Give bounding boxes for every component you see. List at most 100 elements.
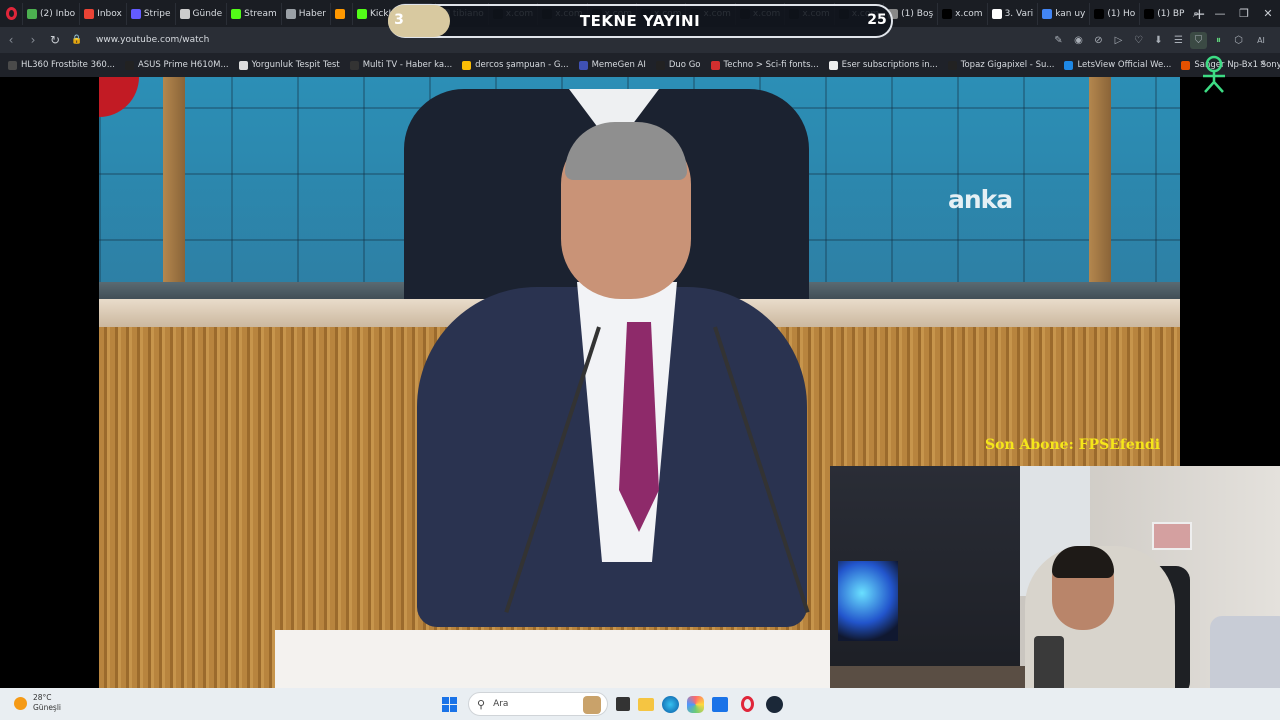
- back-button[interactable]: ‹: [0, 27, 22, 53]
- extensions-icon[interactable]: ⬡: [1230, 32, 1247, 49]
- bookmark-item[interactable]: LetsView Official We...: [1064, 60, 1171, 70]
- tab-favicon-icon: [27, 8, 37, 19]
- heart-icon[interactable]: ♡: [1130, 32, 1147, 49]
- desktop-screen: (2) Inbo Inbox Stripe Günde Stream Haber KickL…: [0, 0, 1280, 720]
- address-bar-tools: ✎ ◉ ⊘ ▷ ♡ ⬇ ☰ ⛉ ⏸ ⬡ AI: [1050, 27, 1272, 53]
- tab-label: (1) Ho: [1107, 8, 1136, 19]
- edit-icon[interactable]: ✎: [1050, 32, 1067, 49]
- snapshot-icon[interactable]: ◉: [1070, 32, 1087, 49]
- bookmark-item[interactable]: dercos şampuan - G...: [462, 60, 569, 70]
- bookmark-item[interactable]: HL360 Frostbite 360...: [8, 60, 115, 70]
- bookmark-label: LetsView Official We...: [1077, 60, 1172, 70]
- adblock-icon[interactable]: ⊘: [1090, 32, 1107, 49]
- bookmark-favicon-icon: [124, 60, 134, 70]
- tab-search-button[interactable]: ⌕: [1184, 0, 1208, 27]
- banner-right-count: 25: [867, 12, 887, 28]
- aria-ai-icon[interactable]: AI: [1250, 32, 1272, 49]
- bookmark-item[interactable]: Yorgunluk Tespit Test: [238, 60, 340, 70]
- browser-tab[interactable]: (2) Inbo: [22, 2, 79, 25]
- pause-icon[interactable]: ⏸: [1210, 32, 1227, 49]
- bookmark-favicon-icon: [1181, 60, 1191, 70]
- tab-favicon-icon: [356, 8, 367, 19]
- browser-tab[interactable]: 3. Vari: [986, 2, 1038, 25]
- bookmark-item[interactable]: Techno > Sci-fi fonts...: [710, 60, 819, 70]
- tab-favicon-icon: [1042, 8, 1053, 19]
- bookmark-label: Yorgunluk Tespit Test: [251, 60, 340, 70]
- bookmark-item[interactable]: Duo Go: [655, 60, 701, 70]
- store-icon[interactable]: [712, 696, 728, 712]
- taskbar-search[interactable]: ⚲ Ara: [468, 692, 608, 716]
- tab-favicon-icon: [84, 8, 95, 19]
- browser-tab[interactable]: x.com: [937, 2, 986, 25]
- opera-logo-icon[interactable]: [0, 0, 22, 27]
- tab-label: Inbox: [97, 8, 122, 19]
- bookmarks-overflow-button[interactable]: »: [1260, 58, 1266, 69]
- banner-left-count: 3: [394, 12, 404, 28]
- profile-icon[interactable]: ⛉: [1190, 31, 1207, 49]
- url-field[interactable]: www.youtube.com/watch: [96, 35, 209, 45]
- tab-favicon-icon: [942, 8, 953, 19]
- weather-widget[interactable]: 28°C Güneşli: [14, 693, 61, 713]
- browser-tab[interactable]: kan uy: [1037, 2, 1089, 25]
- bookmark-item[interactable]: Multi TV - Haber ka...: [349, 60, 452, 70]
- download-icon[interactable]: ⬇: [1150, 32, 1167, 49]
- copilot-icon[interactable]: [687, 695, 704, 713]
- tab-favicon-icon: [130, 8, 141, 19]
- browser-tab[interactable]: Inbox: [79, 2, 126, 25]
- close-button[interactable]: ✕: [1256, 0, 1280, 27]
- tab-label: kan uy: [1055, 8, 1086, 19]
- maximize-button[interactable]: ❐: [1232, 0, 1256, 27]
- tab-label: x.com: [955, 8, 983, 19]
- reload-button[interactable]: ↻: [44, 27, 66, 53]
- tab-label: (1) Boş: [901, 8, 934, 19]
- browser-tab[interactable]: Stream: [226, 2, 281, 25]
- last-subscriber-label: Son Abone: FPSEfendi: [985, 437, 1161, 453]
- browser-tab[interactable]: [329, 2, 352, 25]
- bookmark-favicon-icon: [8, 60, 17, 70]
- browser-tab[interactable]: (1) BP: [1139, 2, 1188, 25]
- bookmark-item[interactable]: ASUS Prime H610M...: [124, 60, 229, 70]
- bookmark-item[interactable]: Topaz Gigapixel - Su...: [947, 60, 1054, 70]
- webcam-overlay: [830, 466, 1280, 720]
- bookmark-favicon-icon: [462, 60, 472, 70]
- minimize-button[interactable]: —: [1208, 0, 1232, 27]
- bookmark-label: Techno > Sci-fi fonts...: [723, 60, 819, 70]
- webcam-pc-case: [838, 561, 898, 641]
- bookmark-label: HL360 Frostbite 360...: [21, 60, 115, 70]
- search-icon: ⚲: [477, 697, 486, 711]
- bookmark-favicon-icon: [655, 60, 665, 70]
- browser-tab[interactable]: Günde: [174, 2, 227, 25]
- bookmark-favicon-icon: [238, 60, 248, 70]
- forward-button[interactable]: ›: [22, 27, 44, 53]
- weather-description: Güneşli: [33, 703, 62, 712]
- browser-tab[interactable]: Stripe: [125, 2, 175, 25]
- player-icon[interactable]: ▷: [1110, 32, 1127, 49]
- bookmark-item[interactable]: MemeGen AI: [578, 60, 646, 70]
- opera-icon[interactable]: [736, 693, 758, 715]
- bookmark-label: MemeGen AI: [591, 60, 646, 70]
- browser-tab[interactable]: Haber: [280, 2, 330, 25]
- bookmark-favicon-icon: [947, 60, 957, 70]
- search-placeholder: Ara: [493, 699, 509, 709]
- bookmark-item[interactable]: Eser subscriptions in...: [828, 60, 938, 70]
- tab-label: Haber: [298, 8, 326, 19]
- search-highlight-icon: [583, 696, 601, 714]
- edge-icon[interactable]: [662, 695, 679, 713]
- tab-label: (2) Inbo: [40, 8, 76, 19]
- window-controls: ⌕ — ❐ ✕: [1184, 0, 1280, 27]
- file-explorer-icon[interactable]: [638, 697, 654, 711]
- bookmark-label: Eser subscriptions in...: [841, 60, 938, 70]
- stream-title: TEKNE YAYINI: [579, 12, 701, 30]
- lock-icon: 🔒: [71, 35, 83, 45]
- stream-mascot-icon: [1203, 55, 1225, 93]
- tab-label: Günde: [192, 8, 223, 19]
- bookmark-favicon-icon: [1064, 60, 1074, 70]
- browser-tab[interactable]: (1) Ho: [1089, 2, 1139, 25]
- bookmark-favicon-icon: [710, 60, 720, 70]
- steam-icon[interactable]: [766, 695, 783, 713]
- menu-icon[interactable]: ☰: [1170, 32, 1187, 49]
- bookmark-favicon-icon: [578, 60, 588, 70]
- windows-start-icon[interactable]: [438, 693, 460, 715]
- task-view-icon[interactable]: [616, 697, 630, 711]
- tab-label: Stripe: [143, 8, 171, 19]
